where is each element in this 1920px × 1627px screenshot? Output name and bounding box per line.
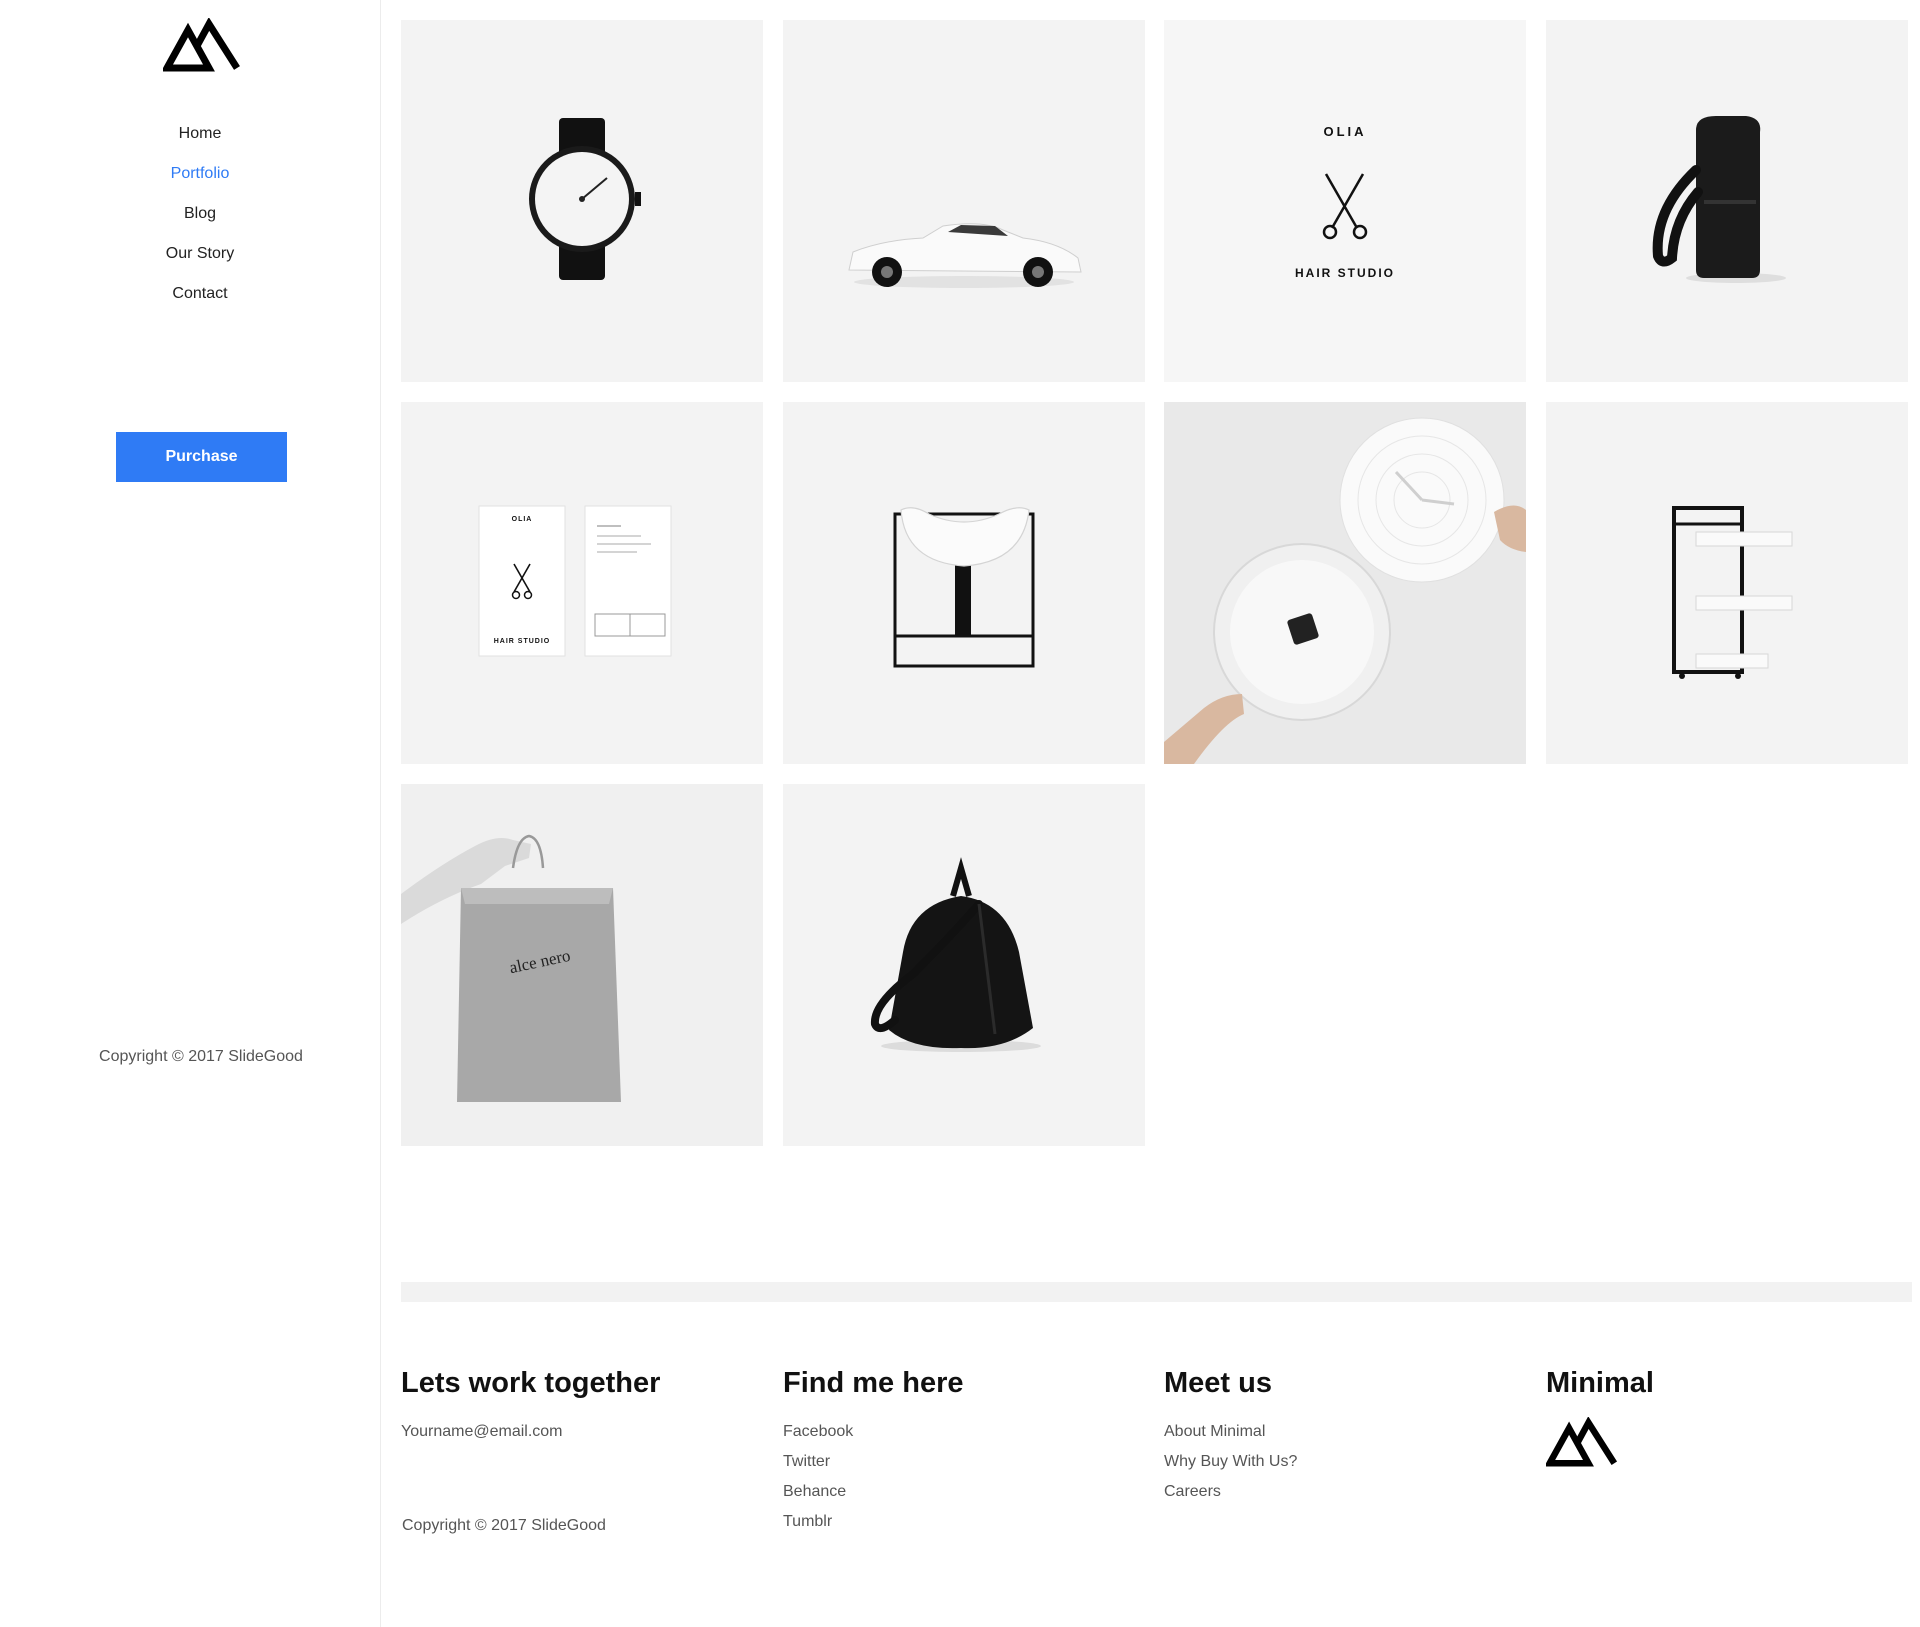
footer-heading-meet-us: Meet us (1164, 1367, 1272, 1399)
portfolio-item-olia-logo[interactable]: OLIA HAIR STUDIO (1164, 20, 1526, 382)
portfolio-item-shopping-bag[interactable]: alce nero (401, 784, 763, 1146)
footer-link-careers[interactable]: Careers (1164, 1477, 1524, 1507)
portfolio-item-leather-bag[interactable] (783, 784, 1145, 1146)
sidebar: Home Portfolio Blog Our Story Contact Pu… (0, 0, 381, 1627)
backpack-image (1652, 116, 1786, 283)
footer-heading-work-together: Lets work together (401, 1367, 661, 1399)
footer-link-twitter[interactable]: Twitter (783, 1447, 1143, 1477)
footer-copyright: Copyright © 2017 SlideGood (402, 1517, 606, 1534)
sidebar-copyright: Copyright © 2017 SlideGood (99, 1048, 303, 1065)
wall-clock-image (1164, 417, 1526, 764)
leather-bag-image (870, 857, 1041, 1052)
portfolio-item-car[interactable] (783, 20, 1145, 382)
footer-heading-brand: Minimal (1546, 1367, 1654, 1399)
card-tagline-text: HAIR STUDIO (493, 638, 551, 645)
portfolio-item-shelf[interactable] (1546, 402, 1908, 764)
footer-link-behance[interactable]: Behance (783, 1477, 1143, 1507)
portfolio-item-chair[interactable] (783, 402, 1145, 764)
business-cards-image (478, 505, 672, 657)
mountain-logo-icon[interactable] (163, 18, 241, 72)
card-brand-text: OLIA (511, 516, 533, 523)
olia-tagline-text: HAIR STUDIO (1295, 266, 1395, 280)
chair-image (893, 507, 1035, 668)
watch-image (529, 118, 641, 280)
nav-item-home[interactable]: Home (0, 120, 400, 160)
mountain-logo-icon[interactable] (1546, 1417, 1618, 1467)
shelf-cart-image (1672, 506, 1793, 679)
footer-link-tumblr[interactable]: Tumblr (783, 1507, 1143, 1537)
main-nav: Home Portfolio Blog Our Story Contact (0, 120, 400, 320)
footer-email-link[interactable]: Yourname@email.com (401, 1417, 761, 1447)
nav-item-our-story[interactable]: Our Story (0, 240, 400, 280)
footer-link-about[interactable]: About Minimal (1164, 1417, 1524, 1447)
purchase-button[interactable]: Purchase (116, 432, 287, 482)
footer-heading-find-me: Find me here (783, 1367, 964, 1399)
car-image (848, 223, 1082, 288)
scissors-icon (1322, 173, 1368, 240)
portfolio-item-backpack[interactable] (1546, 20, 1908, 382)
portfolio-item-watch[interactable] (401, 20, 763, 382)
footer-link-why-buy[interactable]: Why Buy With Us? (1164, 1447, 1524, 1477)
portfolio-item-clock[interactable] (1164, 402, 1526, 764)
nav-item-blog[interactable]: Blog (0, 200, 400, 240)
nav-item-contact[interactable]: Contact (0, 280, 400, 320)
footer-col-social: Find me here Facebook Twitter Behance Tu… (783, 1365, 1143, 1537)
footer-link-facebook[interactable]: Facebook (783, 1417, 1143, 1447)
footer-divider (401, 1282, 1912, 1302)
portfolio-item-business-cards[interactable]: OLIA HAIR STUDIO (401, 402, 763, 764)
shopping-bag-image (401, 834, 621, 1102)
nav-item-portfolio[interactable]: Portfolio (0, 160, 400, 200)
footer-col-contact: Lets work together Yourname@email.com Co… (401, 1365, 761, 1534)
footer-col-brand: Minimal (1546, 1365, 1906, 1467)
footer-col-meet-us: Meet us About Minimal Why Buy With Us? C… (1164, 1365, 1524, 1507)
